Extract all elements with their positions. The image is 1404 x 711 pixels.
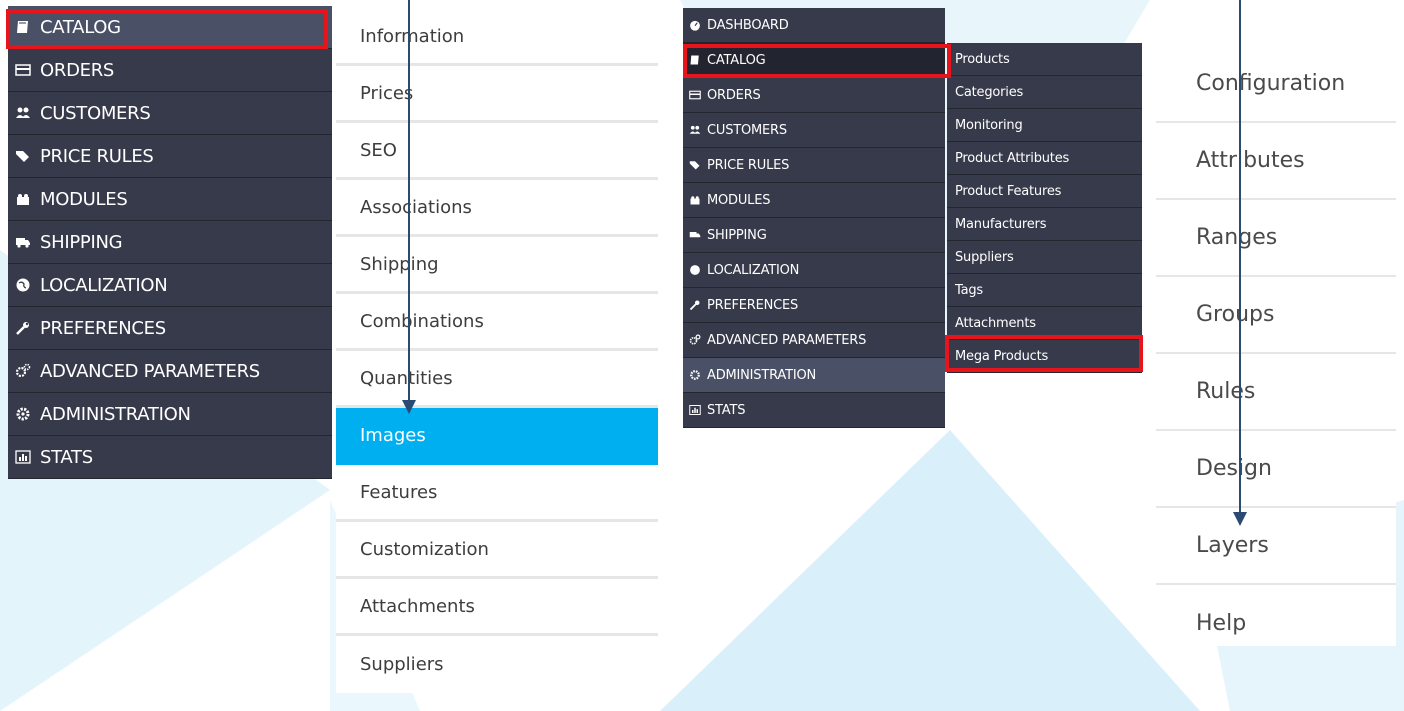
menu-label: PREFERENCES (707, 297, 799, 313)
submenu-item-suppliers[interactable]: Suppliers (947, 241, 1142, 274)
config-tab-layers[interactable]: Layers (1156, 508, 1396, 585)
menu-label: ADVANCED PARAMETERS (40, 360, 260, 382)
admin-menu-left: CATALOG ORDERS CUSTOMERS PRICE RULES MOD… (8, 6, 332, 479)
menu-label: ORDERS (707, 87, 761, 103)
menu-item-orders[interactable]: ORDERS (683, 78, 945, 113)
puzzle-icon (14, 191, 32, 207)
tab-prices[interactable]: Prices (336, 66, 658, 123)
submenu-item-manufacturers[interactable]: Manufacturers (947, 208, 1142, 241)
menu-item-shipping[interactable]: SHIPPING (8, 221, 332, 264)
menu-item-advanced-parameters[interactable]: ADVANCED PARAMETERS (8, 350, 332, 393)
highlight-mega-products (945, 335, 1143, 372)
bar-chart-icon (688, 404, 702, 416)
credit-card-icon (14, 62, 32, 78)
highlight-catalog-right (683, 44, 951, 78)
truck-icon (14, 234, 32, 250)
menu-item-localization[interactable]: LOCALIZATION (683, 253, 945, 288)
config-tab-attributes[interactable]: Attributes (1156, 123, 1396, 200)
tab-combinations[interactable]: Combinations (336, 294, 658, 351)
menu-item-administration[interactable]: ADMINISTRATION (8, 393, 332, 436)
menu-item-administration[interactable]: ADMINISTRATION (683, 358, 945, 393)
menu-label: LOCALIZATION (707, 262, 800, 278)
cogs-icon (688, 334, 702, 346)
menu-label: ORDERS (40, 59, 115, 81)
globe-icon (14, 277, 32, 293)
cog-icon (14, 406, 32, 422)
menu-item-price-rules[interactable]: PRICE RULES (8, 135, 332, 178)
dashboard-icon (688, 19, 702, 31)
menu-label: STATS (40, 446, 93, 468)
tags-icon (14, 148, 32, 164)
menu-label: DASHBOARD (707, 17, 789, 33)
menu-label: SHIPPING (40, 231, 123, 253)
tab-quantities[interactable]: Quantities (336, 351, 658, 408)
menu-label: CUSTOMERS (40, 102, 151, 124)
menu-label: ADVANCED PARAMETERS (707, 332, 867, 348)
menu-label: STATS (707, 402, 746, 418)
menu-label: ADMINISTRATION (707, 367, 817, 383)
submenu-item-tags[interactable]: Tags (947, 274, 1142, 307)
puzzle-icon (688, 194, 702, 206)
menu-item-advanced-parameters[interactable]: ADVANCED PARAMETERS (683, 323, 945, 358)
truck-icon (688, 229, 702, 241)
menu-item-price-rules[interactable]: PRICE RULES (683, 148, 945, 183)
config-tab-design[interactable]: Design (1156, 431, 1396, 508)
catalog-submenu: Products Categories Monitoring Product A… (947, 43, 1142, 373)
config-tab-groups[interactable]: Groups (1156, 277, 1396, 354)
tab-customization[interactable]: Customization (336, 522, 658, 579)
cogs-icon (14, 363, 32, 379)
config-tab-rules[interactable]: Rules (1156, 354, 1396, 431)
users-icon (14, 105, 32, 121)
menu-item-modules[interactable]: MODULES (683, 183, 945, 218)
menu-item-localization[interactable]: LOCALIZATION (8, 264, 332, 307)
menu-item-stats[interactable]: STATS (683, 393, 945, 428)
submenu-item-product-attributes[interactable]: Product Attributes (947, 142, 1142, 175)
menu-label: ADMINISTRATION (40, 403, 191, 425)
submenu-item-product-features[interactable]: Product Features (947, 175, 1142, 208)
menu-item-preferences[interactable]: PREFERENCES (8, 307, 332, 350)
tags-icon (688, 159, 702, 171)
config-tab-ranges[interactable]: Ranges (1156, 200, 1396, 277)
menu-item-preferences[interactable]: PREFERENCES (683, 288, 945, 323)
credit-card-icon (688, 89, 702, 101)
tab-attachments[interactable]: Attachments (336, 579, 658, 636)
config-tab-help[interactable]: Help (1156, 585, 1396, 662)
menu-label: PRICE RULES (707, 157, 790, 173)
menu-item-customers[interactable]: CUSTOMERS (8, 92, 332, 135)
tab-images[interactable]: Images (336, 408, 658, 465)
wrench-icon (688, 299, 702, 311)
menu-label: SHIPPING (707, 227, 767, 243)
menu-item-orders[interactable]: ORDERS (8, 49, 332, 92)
cog-icon (688, 369, 702, 381)
submenu-item-categories[interactable]: Categories (947, 76, 1142, 109)
menu-label: MODULES (707, 192, 771, 208)
bar-chart-icon (14, 449, 32, 465)
tab-shipping[interactable]: Shipping (336, 237, 658, 294)
config-tab-configuration[interactable]: Configuration (1156, 46, 1396, 123)
tab-suppliers[interactable]: Suppliers (336, 636, 658, 693)
wrench-icon (14, 320, 32, 336)
submenu-item-products[interactable]: Products (947, 43, 1142, 76)
users-icon (688, 124, 702, 136)
tab-features[interactable]: Features (336, 465, 658, 522)
menu-label: MODULES (40, 188, 128, 210)
menu-item-dashboard[interactable]: DASHBOARD (683, 8, 945, 43)
config-tabs: Configuration Attributes Ranges Groups R… (1156, 46, 1396, 646)
menu-label: PRICE RULES (40, 145, 154, 167)
tab-seo[interactable]: SEO (336, 123, 658, 180)
menu-label: PREFERENCES (40, 317, 166, 339)
menu-item-stats[interactable]: STATS (8, 436, 332, 479)
submenu-item-monitoring[interactable]: Monitoring (947, 109, 1142, 142)
menu-item-modules[interactable]: MODULES (8, 178, 332, 221)
menu-item-shipping[interactable]: SHIPPING (683, 218, 945, 253)
menu-item-customers[interactable]: CUSTOMERS (683, 113, 945, 148)
menu-label: LOCALIZATION (40, 274, 168, 296)
menu-label: CUSTOMERS (707, 122, 787, 138)
highlight-catalog-left (6, 9, 328, 49)
tab-information[interactable]: Information (336, 9, 658, 66)
tab-associations[interactable]: Associations (336, 180, 658, 237)
product-tabs: Information Prices SEO Associations Ship… (336, 9, 658, 693)
globe-icon (688, 264, 702, 276)
